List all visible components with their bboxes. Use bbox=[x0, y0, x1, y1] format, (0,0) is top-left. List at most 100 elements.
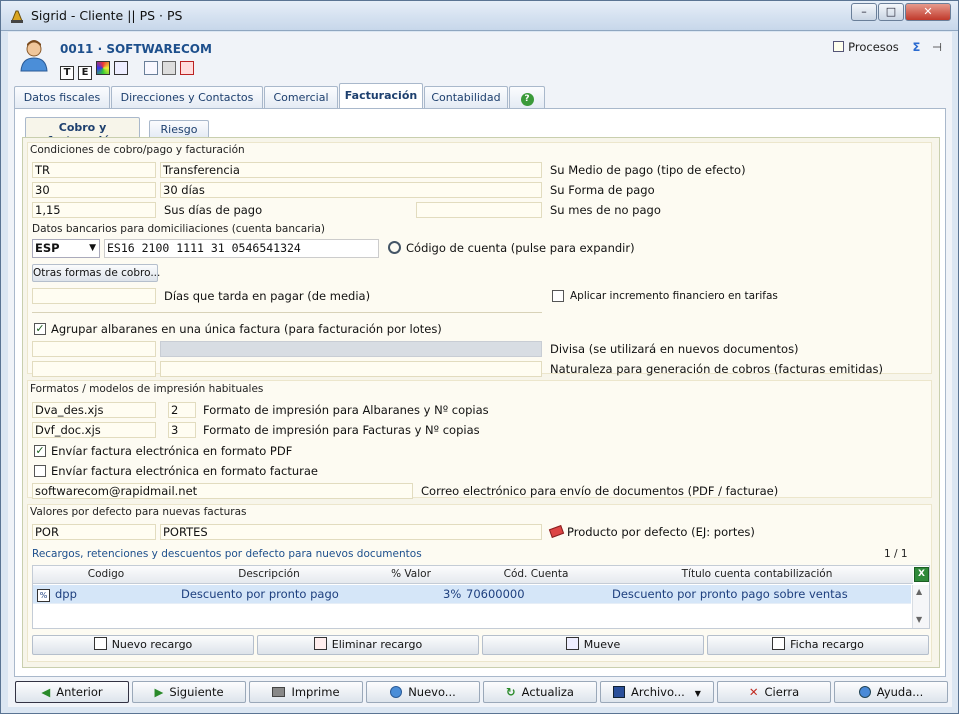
row-descripcion: Descuento por pronto pago bbox=[181, 587, 339, 601]
text-t-icon[interactable]: T bbox=[60, 66, 74, 80]
print-icon[interactable] bbox=[161, 61, 176, 75]
move-icon bbox=[565, 637, 579, 650]
mueve-button[interactable]: Mueve bbox=[482, 635, 704, 655]
pdf-checkbox[interactable]: ✓ bbox=[34, 445, 46, 457]
text-e-icon[interactable]: E bbox=[78, 66, 92, 80]
anterior-button[interactable]: ◀ Anterior bbox=[15, 681, 129, 703]
producto-link[interactable]: Producto por defecto (EJ: portes) bbox=[548, 525, 755, 539]
codigo-cuenta-link[interactable]: Código de cuenta (pulse para expandir) bbox=[388, 241, 635, 255]
archivo-button[interactable]: Archivo... ▼ bbox=[600, 681, 714, 703]
incremento-checkbox[interactable] bbox=[552, 290, 564, 302]
actualiza-label: Actualiza bbox=[521, 685, 574, 699]
arrow-left-icon: ◀ bbox=[41, 685, 51, 699]
table-row[interactable]: % dpp Descuento por pronto pago 3% 70600… bbox=[33, 585, 911, 604]
subtab-riesgo[interactable]: Riesgo bbox=[149, 120, 209, 138]
formatos-section-title: Formatos / modelos de impresión habitual… bbox=[30, 383, 264, 395]
table-header: Codigo Descripción % Valor Cód. Cuenta T… bbox=[33, 566, 913, 584]
pdf-icon[interactable] bbox=[179, 61, 194, 75]
dias-tarda-input[interactable] bbox=[32, 288, 156, 304]
header-toolbar: TE bbox=[60, 61, 198, 80]
imprime-label: Imprime bbox=[291, 685, 340, 699]
medio-pago-desc[interactable]: Transferencia bbox=[160, 162, 542, 178]
otras-formas-button[interactable]: Otras formas de cobro... bbox=[32, 264, 160, 282]
scroll-up-icon[interactable]: ▲ bbox=[916, 587, 922, 596]
printer-icon bbox=[272, 687, 286, 697]
excel-export-icon[interactable]: X bbox=[914, 567, 929, 582]
dias-pago-label: Sus días de pago bbox=[164, 203, 263, 217]
imprime-button[interactable]: Imprime bbox=[249, 681, 363, 703]
naturaleza-desc-input[interactable] bbox=[160, 361, 542, 377]
tab-direcciones[interactable]: Direcciones y Contactos bbox=[111, 86, 263, 108]
tab-comercial[interactable]: Comercial bbox=[264, 86, 338, 108]
procesos-label: Procesos bbox=[848, 40, 899, 54]
producto-desc-input[interactable]: PORTES bbox=[160, 524, 542, 540]
email-label: Correo electrónico para envío de documen… bbox=[421, 484, 779, 498]
tab-datos-fiscales[interactable]: Datos fiscales bbox=[14, 86, 110, 108]
dias-pago-input[interactable]: 1,15 bbox=[32, 202, 156, 218]
close-window-button[interactable]: ✕ bbox=[905, 3, 951, 21]
pin-icon[interactable]: ⊣ bbox=[932, 40, 942, 54]
sigma-icon[interactable]: Σ bbox=[912, 40, 920, 54]
row-titulo: Descuento por pronto pago sobre ventas bbox=[612, 587, 848, 601]
facturae-checkbox[interactable] bbox=[34, 465, 46, 477]
procesos-link[interactable]: Procesos Σ ⊣ bbox=[833, 40, 942, 54]
valores-section-title: Valores por defecto para nuevas facturas bbox=[30, 506, 247, 518]
percent-add-icon bbox=[93, 637, 107, 650]
client-area: 0011 · SOFTWARECOM TE Procesos Σ ⊣ Datos… bbox=[8, 32, 952, 707]
iban-input[interactable]: ES16 2100 1111 31 0546541324 bbox=[104, 239, 379, 258]
email-input[interactable]: softwarecom@rapidmail.net bbox=[32, 483, 413, 499]
table-scrollbar[interactable]: ▲ ▼ bbox=[912, 585, 929, 628]
divisa-code-input[interactable] bbox=[32, 341, 156, 357]
bottom-toolbar: ◀ Anterior ▶ Siguiente Imprime Nuevo... ↻ A… bbox=[8, 679, 952, 707]
recargos-table: Codigo Descripción % Valor Cód. Cuenta T… bbox=[32, 565, 930, 629]
col-descripcion[interactable]: Descripción bbox=[179, 568, 359, 580]
facturas-format-label: Formato de impresión para Facturas y Nº … bbox=[203, 423, 480, 437]
col-codigo[interactable]: Codigo bbox=[33, 568, 179, 580]
albaranes-format-input[interactable]: Dva_des.xjs bbox=[32, 402, 156, 418]
col-titulo[interactable]: Título cuenta contabilización bbox=[609, 568, 905, 580]
subtab-cobro[interactable]: Cobro y facturación bbox=[25, 117, 140, 147]
facturas-copies-input[interactable]: 3 bbox=[168, 422, 196, 438]
application-window: Sigrid - Cliente || PS · PS – □ ✕ 0011 ·… bbox=[0, 0, 959, 714]
medio-pago-code[interactable]: TR bbox=[32, 162, 156, 178]
row-cuenta: 70600000 bbox=[466, 587, 525, 601]
tab-help[interactable]: ? bbox=[509, 86, 545, 108]
cierra-button[interactable]: ✕ Cierra bbox=[717, 681, 831, 703]
producto-code-input[interactable]: POR bbox=[32, 524, 156, 540]
save-icon bbox=[613, 686, 626, 698]
col-valor[interactable]: % Valor bbox=[359, 568, 463, 580]
siguiente-button[interactable]: ▶ Siguiente bbox=[132, 681, 246, 703]
forma-pago-desc[interactable]: 30 días bbox=[160, 182, 542, 198]
ayuda-label: Ayuda... bbox=[876, 685, 924, 699]
tab-contabilidad[interactable]: Contabilidad bbox=[424, 86, 508, 108]
color-palette-icon[interactable] bbox=[96, 61, 110, 75]
nuevo-button[interactable]: Nuevo... bbox=[366, 681, 480, 703]
col-cuenta[interactable]: Cód. Cuenta bbox=[463, 568, 609, 580]
scroll-down-icon[interactable]: ▼ bbox=[916, 615, 922, 624]
nuevo-recargo-button[interactable]: Nuevo recargo bbox=[32, 635, 254, 655]
albaranes-copies-input[interactable]: 2 bbox=[168, 402, 196, 418]
nuevo-recargo-label: Nuevo recargo bbox=[111, 638, 193, 651]
image-icon[interactable] bbox=[114, 61, 128, 75]
tab-facturacion[interactable]: Facturación bbox=[339, 83, 423, 109]
agrupar-label: Agrupar albaranes en una única factura (… bbox=[51, 322, 442, 336]
user-avatar-icon bbox=[20, 40, 48, 72]
eliminar-recargo-button[interactable]: Eliminar recargo bbox=[257, 635, 479, 655]
row-valor: 3% bbox=[443, 587, 462, 601]
facturas-format-input[interactable]: Dvf_doc.xjs bbox=[32, 422, 156, 438]
forma-pago-code[interactable]: 30 bbox=[32, 182, 156, 198]
minimize-button[interactable]: – bbox=[851, 3, 877, 21]
percent-delete-icon bbox=[313, 637, 327, 650]
agrupar-checkbox[interactable]: ✓ bbox=[34, 323, 46, 335]
country-select[interactable]: ESP ▼ bbox=[32, 239, 100, 258]
cobro-panel: Condiciones de cobro/pago y facturación … bbox=[22, 137, 940, 668]
document-search-icon[interactable] bbox=[143, 61, 158, 75]
title-bar[interactable]: Sigrid - Cliente || PS · PS – □ ✕ bbox=[1, 1, 958, 31]
ayuda-button[interactable]: Ayuda... bbox=[834, 681, 948, 703]
ficha-recargo-button[interactable]: Ficha recargo bbox=[707, 635, 929, 655]
mes-no-pago-input[interactable] bbox=[416, 202, 542, 218]
maximize-button[interactable]: □ bbox=[878, 3, 904, 21]
actualiza-button[interactable]: ↻ Actualiza bbox=[483, 681, 597, 703]
naturaleza-code-input[interactable] bbox=[32, 361, 156, 377]
close-icon: ✕ bbox=[748, 685, 759, 699]
